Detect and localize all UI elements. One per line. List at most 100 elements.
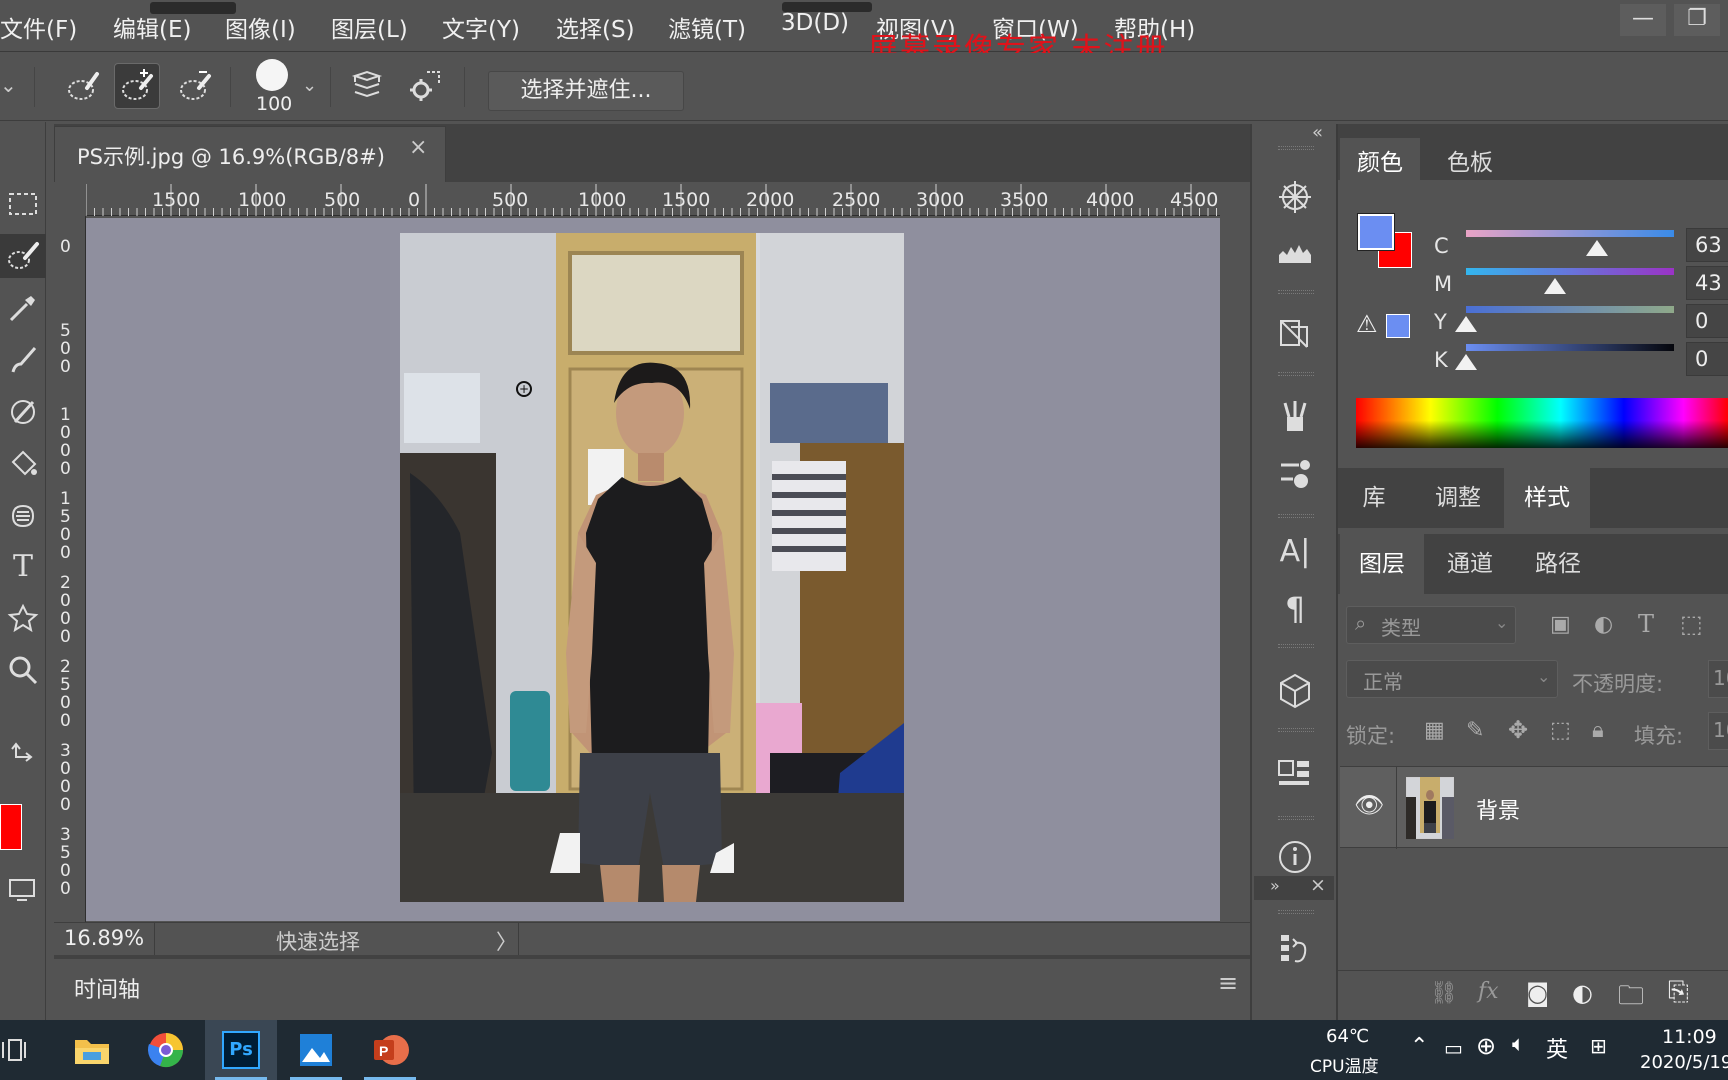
auto-enhance-icon[interactable] [402,63,448,109]
add-mask-icon[interactable]: ◙ [1526,979,1549,1007]
add-to-selection-icon[interactable] [114,63,160,109]
layer-name[interactable]: 背景 [1476,793,1520,825]
tab-adjustments[interactable]: 调整 [1418,468,1498,528]
menu-3d[interactable]: 3D(D) [781,10,849,36]
channel-k-slider[interactable] [1466,344,1674,351]
tab-channels[interactable]: 通道 [1428,534,1512,594]
subtract-from-selection-icon[interactable] [172,63,218,109]
menu-layer[interactable]: 图层(L) [331,10,408,44]
document-photo[interactable] [400,233,904,902]
lock-position-icon[interactable]: ✥ [1508,716,1528,744]
timeline-tab[interactable]: 时间轴 [54,959,160,1015]
fill-input[interactable]: 10 [1708,712,1728,750]
photos-app-icon[interactable] [280,1020,352,1080]
clock-date[interactable]: 2020/5/19 [1640,1052,1728,1073]
horizontal-ruler[interactable]: 1500 1000 500 0 500 1000 1500 2000 2500 … [86,184,1220,216]
status-expand-icon[interactable]: 〉 [496,926,517,956]
canvas-area[interactable]: + [86,218,1220,921]
task-view-icon[interactable] [0,1020,38,1080]
filter-type-icon[interactable]: T [1638,610,1654,638]
photoshop-taskbar-icon[interactable]: Ps [205,1020,277,1080]
3d-cube-icon[interactable] [1272,668,1318,714]
warning-icon[interactable]: ⚠ [1356,310,1378,338]
properties-3d-icon[interactable] [1272,750,1318,796]
foreground-color-swatch[interactable] [0,804,22,850]
layer-filter-dropdown[interactable]: ⌕ 类型 ⌄ [1346,606,1516,644]
zoom-level[interactable]: 16.89% [64,926,144,950]
filter-adjustment-icon[interactable]: ◐ [1594,612,1613,637]
channel-k-value[interactable]: 0 [1686,342,1728,376]
lock-image-icon[interactable]: ✎ [1466,718,1484,743]
paragraph-icon[interactable]: ¶ [1272,586,1318,632]
tab-swatches[interactable]: 色板 [1430,138,1510,188]
blur-tool-icon[interactable] [0,494,46,538]
tab-color[interactable]: 颜色 [1340,138,1420,188]
foreground-color-swatch-panel[interactable] [1357,213,1395,251]
tab-libraries[interactable]: 库 [1340,468,1408,528]
new-selection-icon[interactable] [60,63,106,109]
channel-m-value[interactable]: 43 [1686,266,1728,300]
menu-filter[interactable]: 滤镜(T) [668,10,746,44]
vertical-scrollbar[interactable] [1220,184,1250,921]
eyedropper-tool-icon[interactable] [0,286,46,330]
battery-icon[interactable]: ▭ [1444,1036,1463,1060]
channel-m-slider[interactable] [1466,268,1674,275]
swap-colors-icon[interactable] [0,732,46,776]
navigator-icon[interactable] [1272,174,1318,220]
type-tool-icon[interactable]: T [0,544,46,588]
tab-layers[interactable]: 图层 [1340,534,1424,594]
link-layers-icon[interactable]: ⛓︎ [1430,981,1458,1006]
document-tab[interactable]: PS示例.jpg @ 16.9%(RGB/8#) × [54,126,446,182]
channel-y-slider[interactable] [1466,306,1674,313]
restore-button[interactable]: ❐ [1674,4,1720,36]
brush-picker-chevron-icon[interactable]: ⌄ [302,75,317,96]
menu-select[interactable]: 选择(S) [556,10,635,44]
character-icon[interactable]: A| [1272,528,1318,574]
collapse-panels-icon[interactable]: « [1312,122,1323,143]
brushes-icon[interactable] [1272,394,1318,440]
screen-mode-icon[interactable] [0,868,46,912]
opacity-input[interactable]: 10 [1708,660,1728,698]
gamut-color-swatch[interactable] [1386,314,1410,338]
powerpoint-icon[interactable]: P [354,1020,426,1080]
visibility-eye-icon[interactable]: 👁︎ [1354,791,1384,819]
paint-bucket-tool-icon[interactable] [0,442,46,486]
input-method-icon[interactable]: ⊞ [1590,1034,1607,1058]
color-spectrum[interactable] [1356,398,1728,448]
lock-artboard-icon[interactable]: ⬚ [1550,718,1571,743]
channel-k-thumb[interactable] [1455,354,1477,370]
quick-selection-tool-icon[interactable] [0,234,46,278]
layer-style-fx-icon[interactable]: fx [1478,979,1499,1004]
menu-file[interactable]: 文件(F) [0,10,77,44]
lock-transparent-icon[interactable]: ▦ [1424,718,1445,743]
close-document-icon[interactable]: × [409,135,427,160]
expand-panels-icon[interactable]: » [1270,876,1280,895]
new-adjustment-icon[interactable]: ◐ [1572,979,1593,1007]
tool-preset-chevron-icon[interactable]: ⌄ [0,73,17,97]
new-layer-icon[interactable]: ⎘ [1668,977,1689,1008]
close-panel-group-icon[interactable]: × [1310,874,1326,896]
brush-tool-icon[interactable] [0,338,46,382]
new-group-folder-icon[interactable]: 🗀︎ [1618,977,1644,1021]
select-and-mask-button[interactable]: 选择并遮住... [488,71,684,111]
brush-preview-icon[interactable] [256,59,288,91]
show-hidden-icons-chevron-icon[interactable]: ⌃ [1410,1034,1428,1059]
menu-image[interactable]: 图像(I) [225,10,296,44]
vertical-ruler[interactable]: 0 500 1000 1500 2000 2500 3000 3500 [54,216,86,922]
marquee-tool-icon[interactable] [0,182,46,226]
channel-y-value[interactable]: 0 [1686,304,1728,338]
layer-row[interactable]: 👁︎ 背景 [1340,766,1728,849]
network-globe-icon[interactable]: ⊕ [1476,1032,1496,1060]
clock-time[interactable]: 11:09 [1662,1026,1717,1048]
filter-pixel-icon[interactable]: ▣ [1550,612,1571,637]
history-icon[interactable] [1272,310,1318,356]
blend-mode-dropdown[interactable]: 正常 ⌄ [1346,660,1558,698]
sample-all-layers-icon[interactable] [344,63,390,109]
menu-type[interactable]: 文字(Y) [442,10,520,44]
channel-y-thumb[interactable] [1455,316,1477,332]
brush-settings-icon[interactable] [1272,450,1318,496]
zoom-tool-icon[interactable] [0,648,46,692]
actions-icon[interactable] [1272,926,1318,972]
channel-c-slider[interactable] [1466,230,1674,237]
browser-icon[interactable] [130,1020,202,1080]
